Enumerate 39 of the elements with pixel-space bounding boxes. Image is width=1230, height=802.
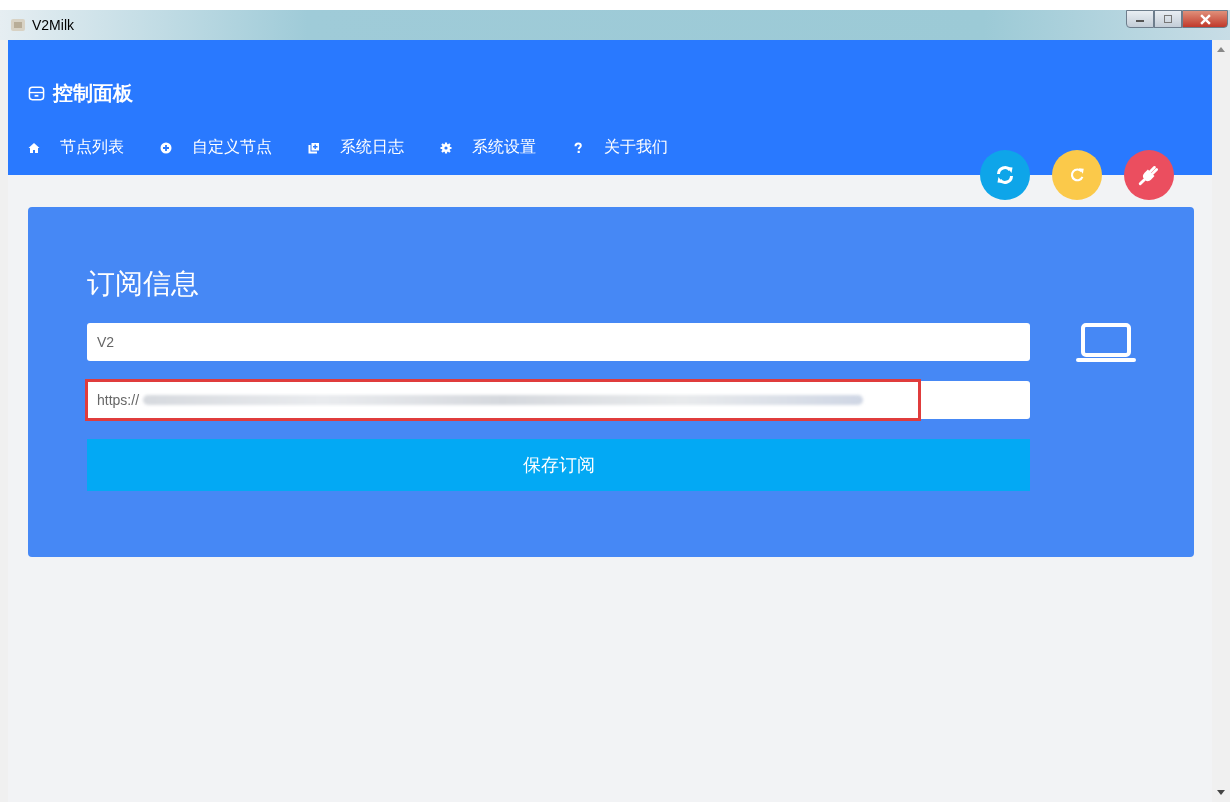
name-field[interactable]: V2 (87, 323, 1030, 361)
save-button[interactable]: 保存订阅 (87, 439, 1030, 491)
nav-link[interactable]: 系统设置 (440, 137, 536, 158)
archive-icon (28, 85, 45, 102)
copy-icon (308, 141, 320, 154)
reload-button[interactable] (1052, 150, 1102, 200)
nav-link[interactable]: 自定义节点 (160, 137, 272, 158)
url-text: https:// (97, 392, 140, 408)
home-icon (28, 141, 40, 154)
sync-icon (995, 165, 1015, 185)
nav-label: 系统设置 (472, 137, 536, 158)
laptop-icon (1076, 323, 1136, 363)
panel-title: 控制面板 (53, 80, 133, 107)
url-field[interactable]: https:// (87, 381, 1030, 419)
maximize-button[interactable] (1154, 10, 1182, 28)
nav-label: 节点列表 (60, 137, 124, 158)
app-icon (10, 17, 26, 33)
sync-button[interactable] (980, 150, 1030, 200)
disconnect-button[interactable] (1124, 150, 1174, 200)
card-title: 订阅信息 (87, 266, 200, 302)
minimize-button[interactable] (1126, 10, 1154, 28)
reload-icon (1068, 166, 1086, 184)
nav-label: 系统日志 (340, 137, 404, 158)
plus-circle-icon (160, 141, 172, 154)
close-icon (1199, 13, 1211, 25)
plug-icon (1138, 164, 1160, 186)
nav-link[interactable]: 关于我们 (572, 137, 668, 158)
question-icon (572, 141, 584, 154)
settings-icon (440, 141, 452, 154)
scroll-down-icon (1217, 790, 1225, 796)
close-button[interactable] (1182, 10, 1228, 28)
nav-label: 关于我们 (604, 137, 668, 158)
nav-label: 自定义节点 (192, 137, 272, 158)
maximize-icon (1163, 14, 1173, 24)
scroll-up-icon (1217, 46, 1225, 52)
scrollbar[interactable] (1212, 40, 1230, 802)
nav-link[interactable]: 系统日志 (308, 137, 404, 158)
nav-link[interactable]: 节点列表 (28, 137, 124, 158)
window-title: V2Milk (32, 17, 74, 33)
